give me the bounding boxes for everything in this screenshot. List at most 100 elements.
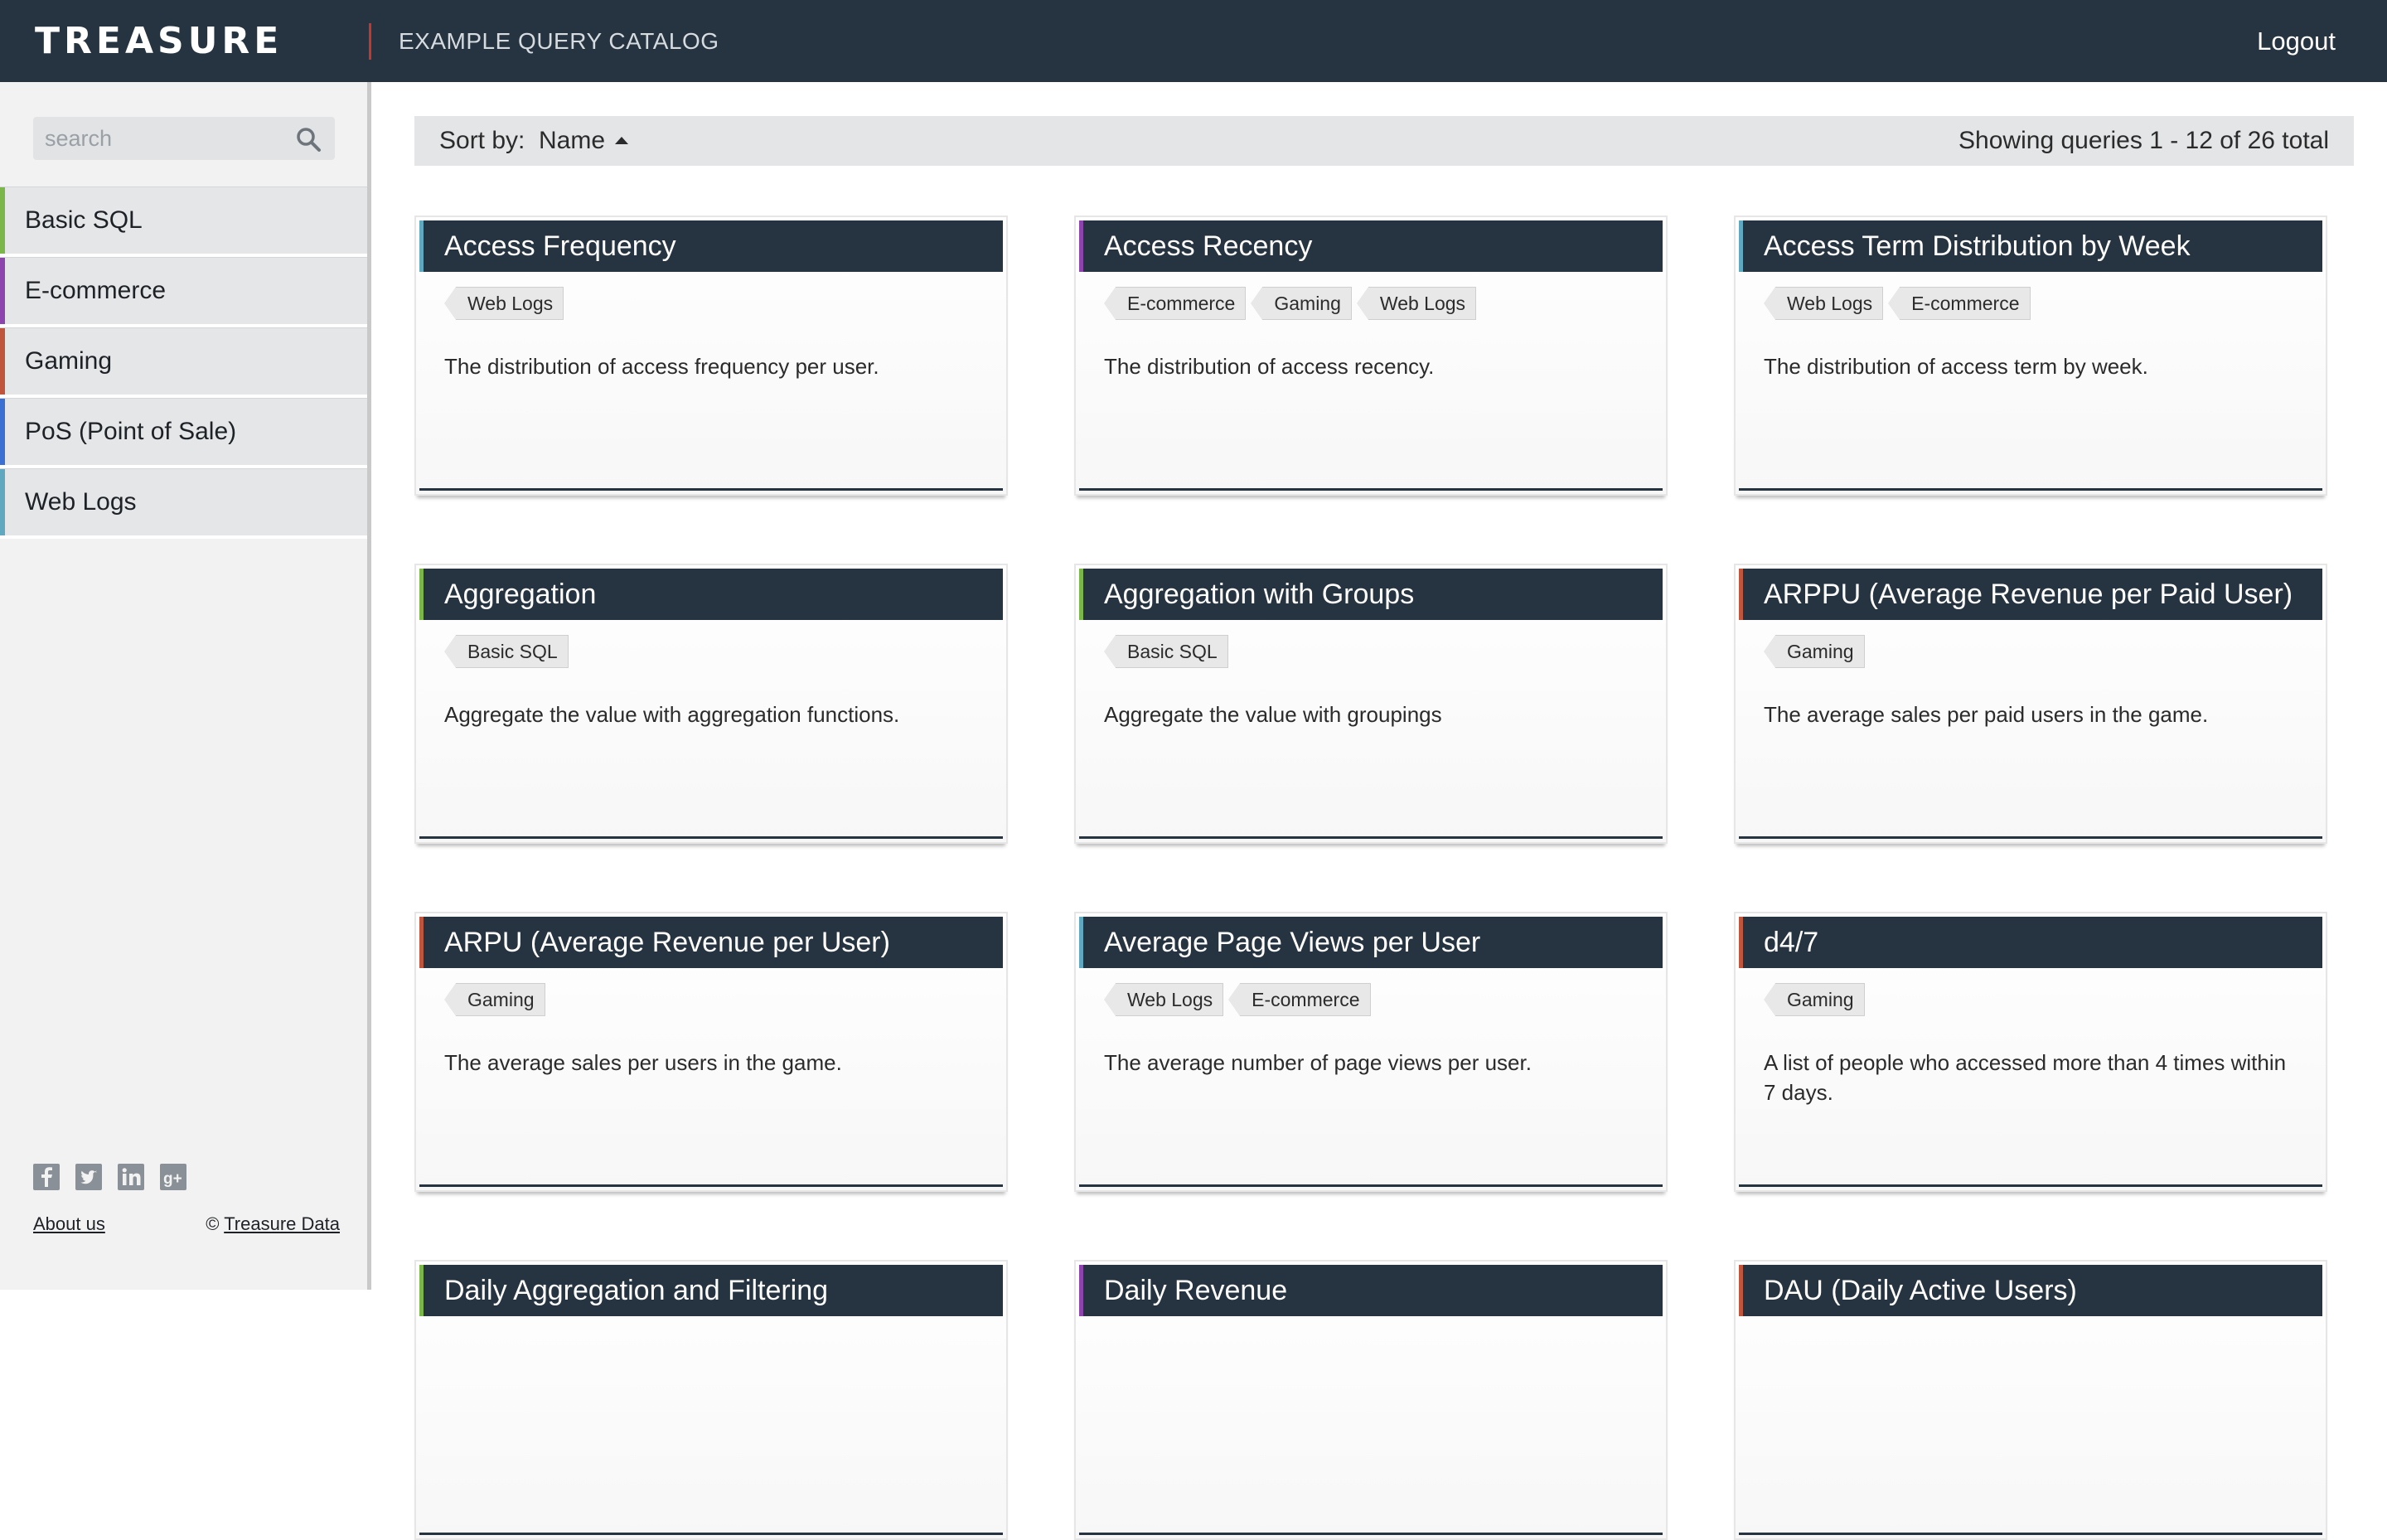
- sort-bar: Sort by: Name Showing queries 1 - 12 of …: [414, 116, 2354, 166]
- query-tags: Basic SQL: [444, 635, 574, 668]
- category-tag[interactable]: Web Logs: [443, 287, 564, 320]
- query-card[interactable]: Access Term Distribution by Week Web Logs…: [1734, 216, 2327, 496]
- query-tags: Gaming: [1764, 635, 1870, 668]
- query-tags: Gaming: [1764, 983, 1870, 1016]
- query-card-header: Aggregation: [419, 569, 1003, 620]
- catalog-title: EXAMPLE QUERY CATALOG: [399, 28, 719, 54]
- category-accent-bar: [1739, 220, 1743, 272]
- sidebar-footer: About us © Treasure Data: [33, 1213, 340, 1235]
- category-label: Gaming: [25, 347, 113, 375]
- linkedin-icon[interactable]: [118, 1164, 145, 1190]
- header-divider: [369, 23, 371, 60]
- category-color-bar: [0, 469, 5, 535]
- category-accent-bar: [1739, 569, 1743, 620]
- category-tag[interactable]: Web Logs: [1356, 287, 1477, 320]
- query-title[interactable]: Access Frequency: [444, 220, 676, 272]
- category-accent-bar: [419, 220, 424, 272]
- category-tag[interactable]: Web Logs: [1763, 287, 1884, 320]
- google-plus-icon[interactable]: g+: [160, 1164, 187, 1190]
- category-tag[interactable]: E-commerce: [1888, 287, 2031, 320]
- query-card[interactable]: Daily Revenue: [1074, 1260, 1668, 1540]
- query-title[interactable]: Aggregation: [444, 569, 596, 620]
- query-tags: Web Logs: [443, 287, 569, 320]
- query-card[interactable]: DAU (Daily Active Users): [1734, 1260, 2327, 1540]
- category-accent-bar: [1739, 917, 1743, 968]
- query-card[interactable]: ARPU (Average Revenue per User) Gaming The…: [414, 912, 1008, 1192]
- query-title[interactable]: Average Page Views per User: [1104, 917, 1480, 968]
- query-card-header: d4/7: [1739, 917, 2322, 968]
- query-card[interactable]: Aggregation with Groups Basic SQL Aggregat…: [1074, 564, 1668, 844]
- category-accent-bar: [1079, 220, 1083, 272]
- query-card-header: Access Frequency: [419, 220, 1003, 272]
- query-card[interactable]: Average Page Views per User Web Logs E-com…: [1074, 912, 1668, 1192]
- query-card[interactable]: ARPPU (Average Revenue per Paid User) Gam…: [1734, 564, 2327, 844]
- query-card-header: ARPU (Average Revenue per User): [419, 917, 1003, 968]
- query-description: The distribution of access recency.: [1104, 354, 1435, 379]
- query-description: Aggregate the value with aggregation fun…: [444, 702, 900, 727]
- category-accent-bar: [1739, 1265, 1743, 1316]
- query-tags: Web Logs E-commerce: [1103, 983, 1376, 1016]
- category-accent-bar: [419, 569, 424, 620]
- query-title[interactable]: ARPPU (Average Revenue per Paid User): [1764, 569, 2293, 620]
- search-input[interactable]: [33, 117, 293, 160]
- category-tag[interactable]: Basic SQL: [444, 635, 569, 668]
- social-links: g+: [33, 1164, 198, 1192]
- category-tag[interactable]: E-commerce: [1103, 287, 1247, 320]
- category-tag[interactable]: Gaming: [1251, 287, 1352, 320]
- category-label: PoS (Point of Sale): [25, 418, 237, 445]
- query-description: The average number of page views per use…: [1104, 1050, 1532, 1075]
- sidebar-category-gaming[interactable]: Gaming: [0, 327, 367, 398]
- query-description: The average sales per users in the game.: [444, 1050, 842, 1075]
- category-tag[interactable]: Gaming: [444, 983, 545, 1016]
- category-tag[interactable]: Web Logs: [1103, 983, 1224, 1016]
- query-card-header: Average Page Views per User: [1079, 917, 1663, 968]
- query-title[interactable]: Aggregation with Groups: [1104, 569, 1414, 620]
- category-tag[interactable]: E-commerce: [1228, 983, 1371, 1016]
- query-card[interactable]: Daily Aggregation and Filtering: [414, 1260, 1008, 1540]
- twitter-icon[interactable]: [75, 1164, 103, 1190]
- query-description: A list of people who accessed more than …: [1764, 1050, 2287, 1105]
- top-navigation-bar: TREASURE EXAMPLE QUERY CATALOG Logout: [0, 0, 2387, 82]
- query-card-header: ARPPU (Average Revenue per Paid User): [1739, 569, 2322, 620]
- facebook-icon[interactable]: [33, 1164, 60, 1190]
- query-title[interactable]: Daily Revenue: [1104, 1265, 1287, 1316]
- sort-by-name-dropdown[interactable]: Name: [539, 116, 605, 166]
- logout-link[interactable]: Logout: [2257, 23, 2336, 60]
- query-tags: Basic SQL: [1104, 635, 1233, 668]
- results-count: Showing queries 1 - 12 of 26 total: [1959, 127, 2329, 154]
- query-card[interactable]: Access Frequency Web Logs The distribution…: [414, 216, 1008, 496]
- copyright-symbol: ©: [206, 1213, 220, 1234]
- sidebar-category-web-logs[interactable]: Web Logs: [0, 468, 367, 539]
- sidebar-category-basic-sql[interactable]: Basic SQL: [0, 186, 367, 257]
- category-accent-bar: [419, 917, 424, 968]
- category-accent-bar: [1079, 917, 1083, 968]
- category-color-bar: [0, 328, 5, 395]
- category-tag[interactable]: Gaming: [1764, 983, 1865, 1016]
- sidebar-category-e-commerce[interactable]: E-commerce: [0, 257, 367, 327]
- svg-text:g+: g+: [163, 1170, 182, 1188]
- search-icon[interactable]: [295, 126, 322, 153]
- category-color-bar: [0, 187, 5, 254]
- category-label: E-commerce: [25, 277, 167, 304]
- query-title[interactable]: ARPU (Average Revenue per User): [444, 917, 890, 968]
- query-card[interactable]: d4/7 Gaming A list of people who accessed …: [1734, 912, 2327, 1192]
- query-card[interactable]: Access Recency E-commerce Gaming Web Logs Th…: [1074, 216, 1668, 496]
- category-tag[interactable]: Gaming: [1764, 635, 1865, 668]
- query-title[interactable]: DAU (Daily Active Users): [1764, 1265, 2077, 1316]
- query-card[interactable]: Aggregation Basic SQL Aggregate the value …: [414, 564, 1008, 844]
- query-description: Aggregate the value with groupings: [1104, 702, 1442, 727]
- category-accent-bar: [419, 1265, 424, 1316]
- query-card-header: Daily Revenue: [1079, 1265, 1663, 1316]
- query-title[interactable]: Daily Aggregation and Filtering: [444, 1265, 828, 1316]
- query-title[interactable]: Access Recency: [1104, 220, 1312, 272]
- about-us-link[interactable]: About us: [33, 1213, 105, 1234]
- treasure-data-link[interactable]: Treasure Data: [224, 1213, 340, 1234]
- sidebar-category-pos-point-of-sale[interactable]: PoS (Point of Sale): [0, 398, 367, 468]
- category-tag[interactable]: Basic SQL: [1104, 635, 1228, 668]
- query-title[interactable]: Access Term Distribution by Week: [1764, 220, 2191, 272]
- query-title[interactable]: d4/7: [1764, 917, 1818, 968]
- sort-ascending-icon[interactable]: [615, 137, 628, 144]
- category-label: Web Logs: [25, 488, 137, 516]
- treasure-logo[interactable]: TREASURE: [35, 18, 283, 65]
- query-description: The distribution of access frequency per…: [444, 354, 879, 379]
